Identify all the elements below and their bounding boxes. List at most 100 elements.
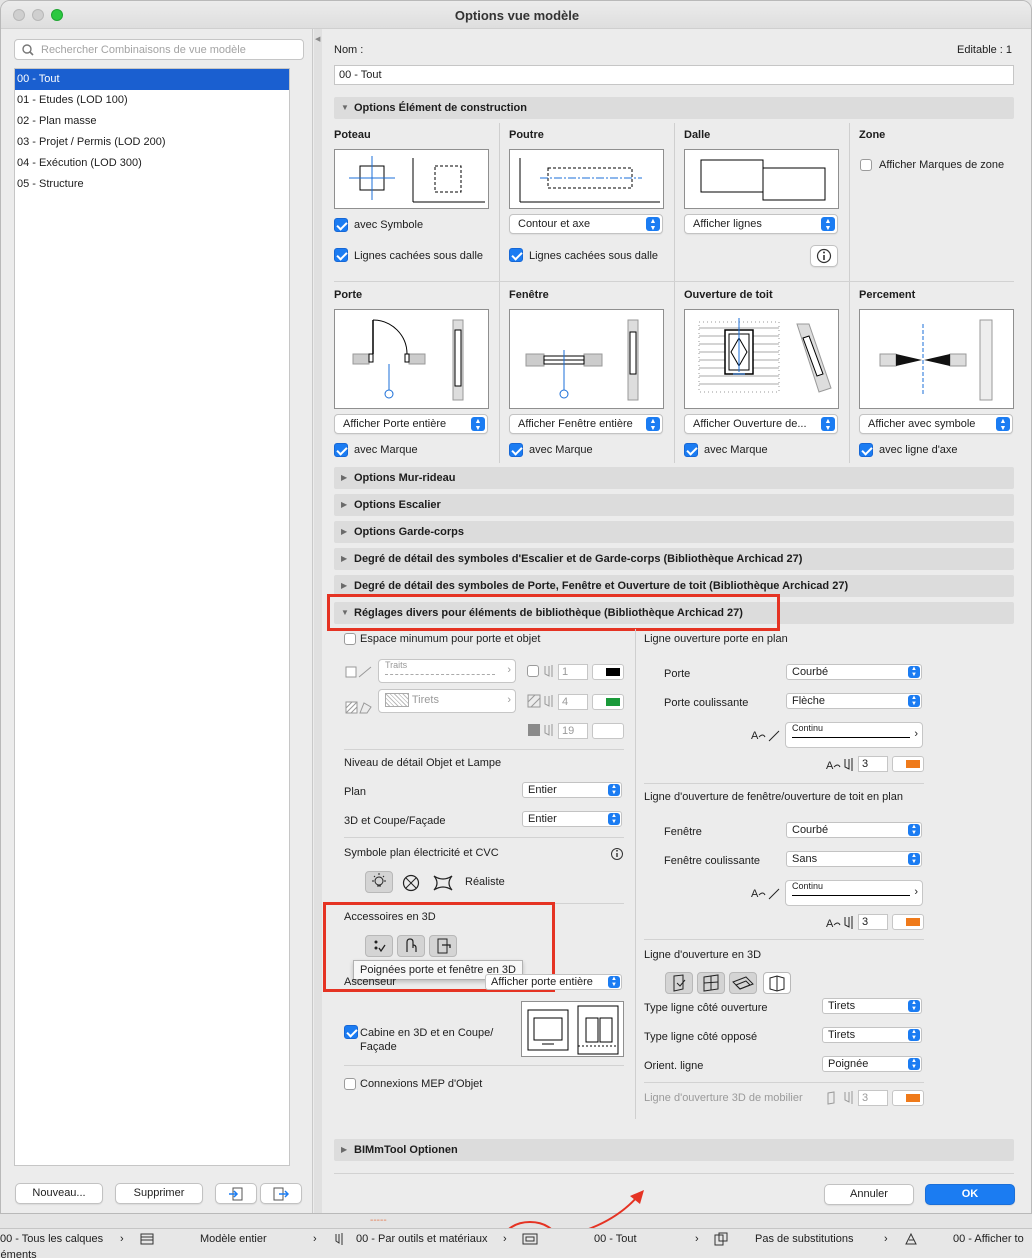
view-option[interactable]: 00 - Tout [594,1233,637,1245]
section-garde-corps[interactable]: ▶ Options Garde-corps [334,521,1014,543]
lamp-symbol-button[interactable] [365,871,393,893]
list-item[interactable]: 00 - Tout [15,69,289,90]
porte-marker-checkbox[interactable] [334,443,348,457]
section-escalier[interactable]: ▶ Options Escalier [334,494,1014,516]
type2-select[interactable]: Tirets ▲ ▼ [822,1027,922,1043]
model-scope[interactable]: Modèle entier [200,1233,267,1245]
name-input[interactable]: 00 - Tout [334,65,1014,85]
updown-chevron-icon: ▲ ▼ [908,1029,920,1041]
collapsed-triangle-icon: ▶ [341,500,348,509]
orient-label: Orient. ligne [644,1060,704,1072]
percement-axis-checkbox[interactable] [859,443,873,457]
plan-label: Plan [344,786,367,798]
section-title: Degré de détail des symboles de Porte, F… [354,580,849,592]
fen-line-select[interactable]: Courbé ▲ ▼ [786,822,922,838]
column-divider [499,123,500,463]
poteau-hidden-checkbox[interactable] [334,248,348,262]
pen-set[interactable]: 00 - Par outils et matériaux [356,1233,487,1245]
porte-pen-number[interactable]: 3 [858,756,888,772]
cross-circle-icon[interactable] [401,873,421,893]
3d-roof-window-button[interactable] [729,972,757,994]
fen-line-type-field[interactable]: Continu › [785,880,923,906]
export-button[interactable] [260,1183,302,1204]
mep-checkbox[interactable] [344,1078,356,1090]
espace-checkbox[interactable] [344,633,356,645]
info-icon [816,248,832,264]
porte-pen-color[interactable] [892,756,924,772]
section-mur-rideau[interactable]: ▶ Options Mur-rideau [334,467,1014,489]
list-item[interactable]: 01 - Etudes (LOD 100) [15,90,289,111]
chevron-right-icon: › [884,1233,888,1245]
search-field[interactable]: Rechercher Combinaisons de vue modèle [14,39,304,60]
model-view-options-icon[interactable] [522,1233,538,1245]
plan-select[interactable]: Entier ▲ ▼ [522,782,622,798]
import-button[interactable] [215,1183,257,1204]
fenetre-marker-checkbox[interactable] [509,443,523,457]
pane-splitter[interactable]: ◀ [314,29,322,1213]
divider [644,783,924,784]
porte-line-select[interactable]: Courbé ▲ ▼ [786,664,922,680]
graphic-override[interactable]: Pas de substitutions [755,1233,853,1245]
section-bimmtool[interactable]: ▶ BIMmTool Optionen [334,1139,1014,1161]
cabine-checkbox[interactable] [344,1025,358,1039]
collapsed-triangle-icon: ▶ [341,527,348,536]
column-divider [674,123,675,463]
3d-furniture-button[interactable] [763,972,791,994]
column-divider [849,123,850,463]
ouverture-marker-checkbox[interactable] [684,443,698,457]
list-item[interactable]: 02 - Plan masse [15,111,289,132]
poutre-select[interactable]: Contour et axe ▲ ▼ [509,214,663,234]
substitution-icon [714,1232,728,1246]
niveau-label: Niveau de détail Objet et Lampe [344,757,502,769]
fill-type-icon [345,701,372,714]
orient-select[interactable]: Poignée ▲ ▼ [822,1056,922,1072]
fen-coul-select[interactable]: Sans ▲ ▼ [786,851,922,867]
3d-window-button[interactable] [697,972,725,994]
cancel-button[interactable]: Annuler [824,1184,914,1205]
info-button[interactable] [810,245,838,267]
pen-icon [544,724,553,736]
fen-pen-color[interactable] [892,914,924,930]
list-item[interactable]: 05 - Structure [15,174,289,195]
3d-door-button[interactable] [665,972,693,994]
type1-select[interactable]: Tirets ▲ ▼ [822,998,922,1014]
porte-select[interactable]: Afficher Porte entière ▲ ▼ [334,414,488,434]
delete-button[interactable]: Supprimer [115,1183,203,1204]
porte-coul-select[interactable]: Flèche ▲ ▼ [786,693,922,709]
poteau-symbol-label: avec Symbole [354,219,424,231]
black-swatch [606,668,620,676]
layers-combination[interactable]: 00 - Tous les calques [0,1233,103,1245]
updown-chevron-icon: ▲ ▼ [908,1058,920,1070]
fen-pen-number[interactable]: 3 [858,914,888,930]
porte-line-type-field[interactable]: Continu › [785,722,923,748]
new-button[interactable]: Nouveau... [15,1183,103,1204]
coupe-select[interactable]: Entier ▲ ▼ [522,811,622,827]
ouverture-select[interactable]: Afficher Ouverture de... ▲ ▼ [684,414,838,434]
fenetre-select[interactable]: Afficher Fenêtre entière ▲ ▼ [509,414,663,434]
orange-swatch [906,918,920,926]
ascenseur-select[interactable]: Afficher porte entière ▲ ▼ [485,974,622,990]
right-pane: Nom : Editable : 1 00 - Tout ▼ Options É… [323,29,1031,1213]
tirets-field: Tirets › [378,689,516,713]
model-icon [140,1233,154,1245]
pen-number-1: 1 [558,664,588,680]
section-title: Options Mur-rideau [354,472,456,484]
realistic-symbol-icon[interactable] [431,873,455,893]
type2-label: Type ligne côté opposé [644,1031,758,1043]
zone-marker-checkbox[interactable] [860,159,872,171]
ouverture-marker-label: avec Marque [704,444,768,456]
renovation-filter[interactable]: 00 - Afficher to [953,1233,1024,1245]
list-item[interactable]: 04 - Exécution (LOD 300) [15,153,289,174]
list-item[interactable]: 03 - Projet / Permis (LOD 200) [15,132,289,153]
percement-select[interactable]: Afficher avec symbole ▲ ▼ [859,414,1013,434]
ok-button[interactable]: OK [925,1184,1015,1205]
collapse-arrow-icon[interactable]: ◀ [315,35,320,43]
section-construction[interactable]: ▼ Options Élément de construction [334,97,1014,119]
poutre-hidden-checkbox[interactable] [509,248,523,262]
type1-label: Type ligne côté ouverture [644,1002,768,1014]
section-detail-escalier[interactable]: ▶ Degré de détail des symboles d'Escalier… [334,548,1014,570]
poteau-symbol-checkbox[interactable] [334,218,348,232]
poutre-title: Poutre [509,129,544,141]
dalle-select[interactable]: Afficher lignes ▲ ▼ [684,214,838,234]
info-icon[interactable] [610,847,624,861]
